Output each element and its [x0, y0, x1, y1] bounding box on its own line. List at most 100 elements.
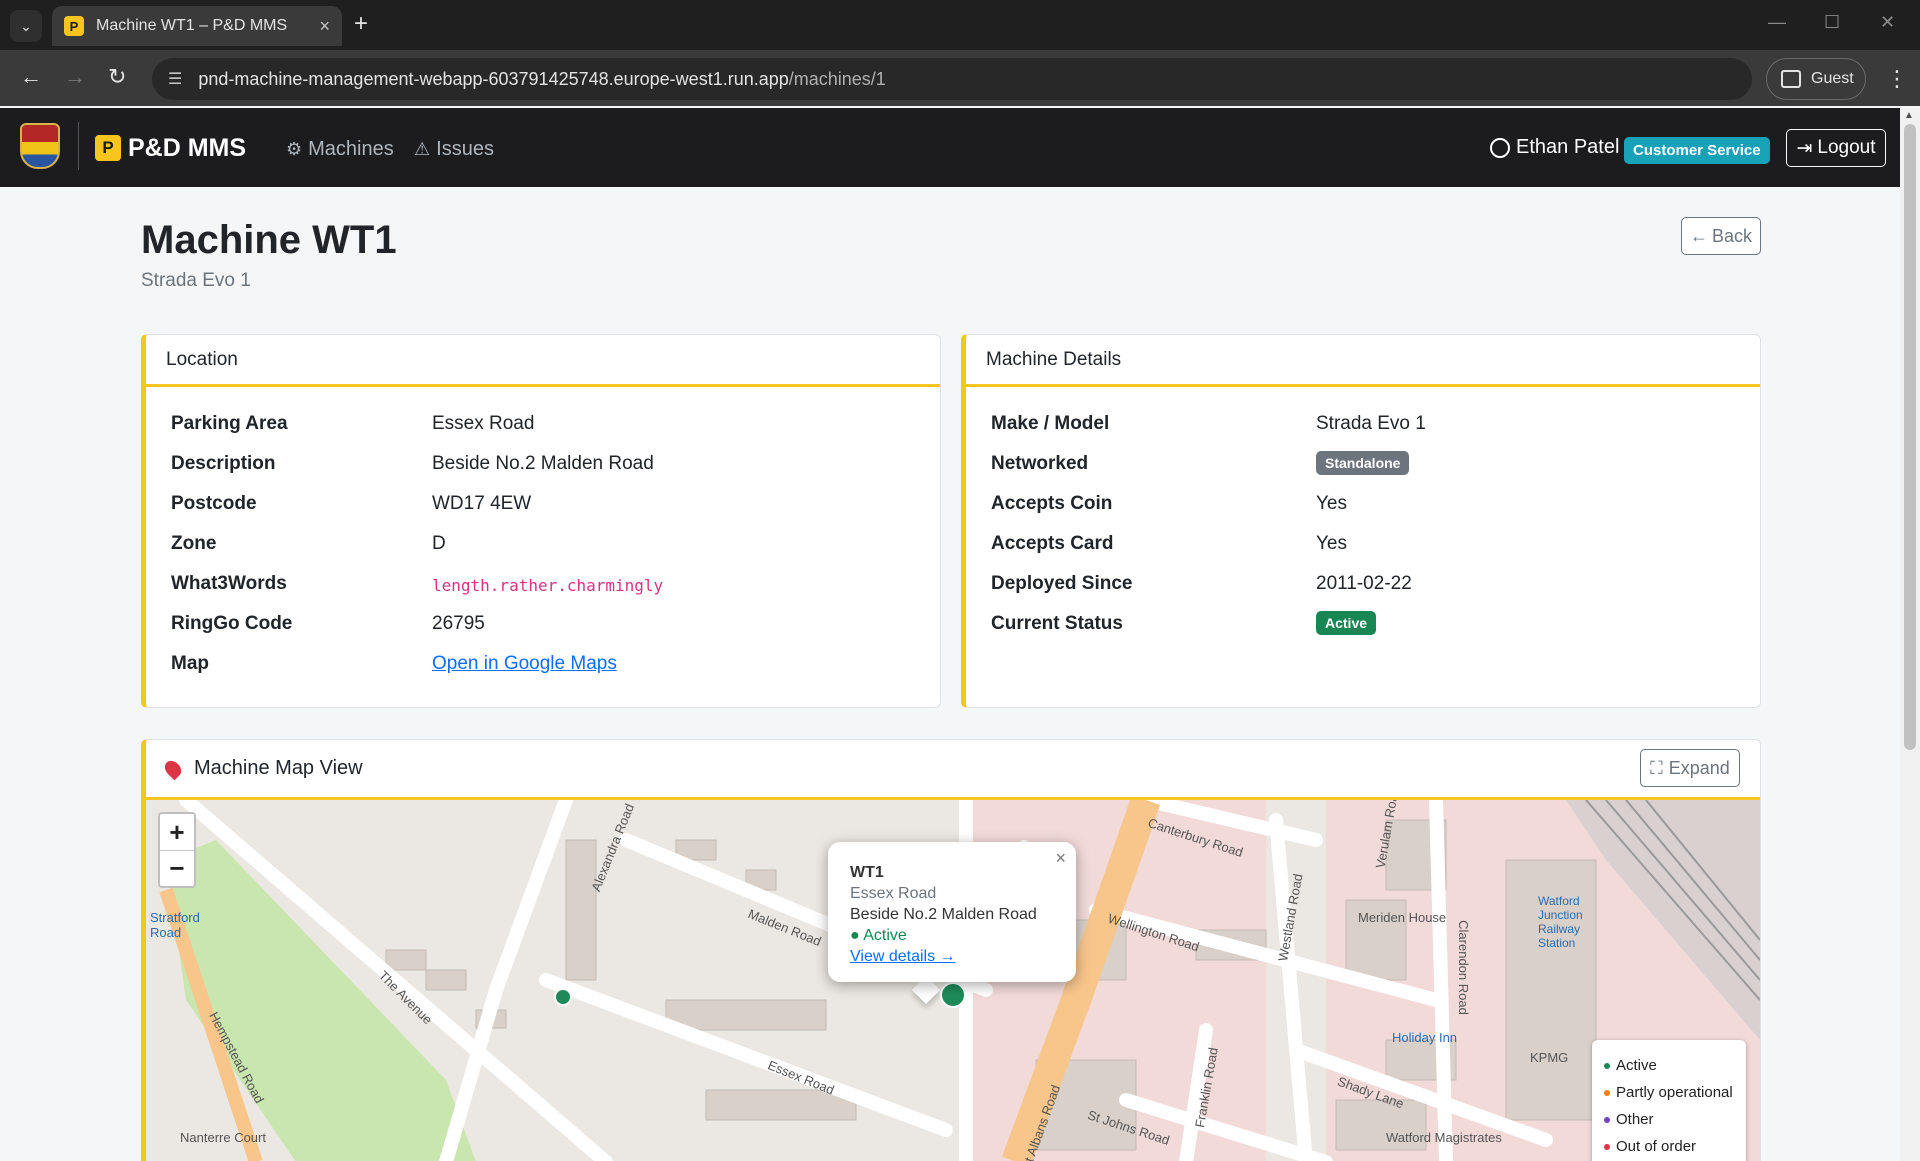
tab-close-icon[interactable]: × — [319, 16, 330, 37]
navbar-divider — [78, 122, 79, 170]
map-place-label: Watford Junction Railway Station — [1538, 894, 1583, 950]
scroll-up-arrow-icon[interactable]: ▲ — [1904, 110, 1914, 121]
url-path: /machines/1 — [788, 68, 886, 89]
machine-details-card: Machine Details Make / Model Strada Evo … — [961, 334, 1761, 708]
detail-label: Make / Model — [991, 413, 1110, 434]
legend-item: Active — [1604, 1052, 1734, 1079]
zoom-control: + − — [158, 812, 196, 888]
browser-tabstrip: ⌄ P Machine WT1 – P&D MMS × + — ☐ ✕ — [0, 0, 1920, 50]
legend-dot-other — [1604, 1117, 1610, 1124]
location-card: Location Parking Area Essex Road Descrip… — [141, 334, 941, 708]
nav-link-machines-label: Machines — [308, 138, 394, 160]
logout-icon: ⇥ — [1796, 137, 1813, 159]
accepts-card-value: Yes — [1316, 533, 1347, 554]
map-place-label: Holiday Inn — [1392, 1030, 1458, 1045]
popup-close-icon[interactable]: × — [1055, 848, 1066, 869]
detail-label: Postcode — [171, 493, 257, 514]
user-menu[interactable]: Ethan Patel — [1490, 136, 1619, 159]
location-card-header: Location — [146, 335, 940, 387]
legend-item: Out of order — [1604, 1133, 1734, 1160]
favicon-icon: P — [64, 16, 84, 36]
profile-label: Guest — [1811, 70, 1854, 87]
detail-label: Accepts Coin — [991, 493, 1113, 514]
detail-label: Zone — [171, 533, 217, 554]
expand-map-button[interactable]: ⛶ Expand — [1640, 749, 1740, 787]
browser-menu-icon[interactable]: ⋮ — [1886, 66, 1908, 92]
status-badge: Active — [1316, 611, 1377, 635]
page-title: Machine WT1 — [141, 218, 397, 262]
standalone-badge: Standalone — [1316, 451, 1410, 475]
what3words-value: length.rather.charmingly — [432, 576, 664, 595]
forward-arrow-icon[interactable]: → — [64, 64, 86, 90]
map-place-label: Meriden House — [1358, 910, 1447, 925]
detail-label: Parking Area — [171, 413, 288, 434]
legend-label: Out of order — [1616, 1138, 1697, 1155]
deployed-since-value: 2011-02-22 — [1316, 573, 1412, 594]
popup-view-details-link[interactable]: View details → — [850, 948, 956, 965]
legend-label: Other — [1616, 1111, 1654, 1128]
detail-label: Description — [171, 453, 276, 474]
expand-icon: ⛶ — [1650, 757, 1663, 778]
map-place-label: Stratford Road — [150, 910, 200, 940]
reload-icon[interactable]: ↻ — [108, 64, 126, 90]
new-tab-plus-icon[interactable]: + — [354, 12, 368, 36]
nav-link-issues-label: Issues — [436, 138, 494, 160]
nav-link-machines[interactable]: ⚙ Machines — [286, 138, 394, 161]
arrow-left-icon: ← — [1689, 225, 1708, 246]
nav-link-issues[interactable]: ⚠ Issues — [414, 138, 494, 161]
map-place-label: Watford Magistrates — [1386, 1130, 1502, 1145]
popup-title: WT1 — [850, 864, 884, 881]
map-card: Machine Map View ⛶ Expand Malden Road Es… — [141, 739, 1761, 1161]
profile-button[interactable]: Guest — [1766, 58, 1866, 100]
back-label: Back — [1711, 225, 1753, 246]
detail-label: Current Status — [991, 613, 1123, 634]
map-card-title: Machine Map View — [194, 757, 363, 779]
description-value: Beside No.2 Malden Road — [432, 453, 654, 474]
window-close-icon[interactable]: ✕ — [1880, 12, 1895, 33]
google-maps-link[interactable]: Open in Google Maps — [432, 653, 617, 675]
maximize-icon[interactable]: ☐ — [1824, 12, 1840, 33]
ringgo-code-value: 26795 — [432, 613, 485, 634]
minimize-icon[interactable]: — — [1768, 12, 1786, 33]
legend-dot-active — [1604, 1063, 1610, 1070]
popup-description: Beside No.2 Malden Road — [850, 906, 1037, 923]
site-info-icon[interactable]: ☰ — [168, 69, 182, 89]
tab-search-chevron-down-icon[interactable]: ⌄ — [10, 10, 42, 42]
map-card-header: Machine Map View — [146, 740, 1760, 800]
popup-area: Essex Road — [850, 885, 937, 902]
user-circle-icon — [1490, 137, 1510, 158]
legend-item: Other — [1604, 1106, 1734, 1133]
machine-marker[interactable] — [554, 988, 572, 1006]
address-bar[interactable]: ☰ pnd-machine-management-webapp-60379142… — [152, 58, 1752, 100]
user-name: Ethan Patel — [1516, 136, 1620, 158]
map-pin-icon — [161, 757, 185, 780]
page-subtitle: Strada Evo 1 — [141, 270, 251, 291]
machine-marker-selected[interactable] — [940, 982, 966, 1008]
networked-value: Standalone — [1316, 451, 1410, 475]
detail-label: What3Words — [171, 573, 287, 594]
url-host: pnd-machine-management-webapp-6037914257… — [198, 68, 789, 89]
popup-status: ● Active — [850, 927, 907, 944]
brand-name[interactable]: P&D MMS — [128, 134, 246, 163]
scrollbar-thumb[interactable] — [1904, 124, 1916, 750]
legend-label: Active — [1616, 1057, 1657, 1074]
accepts-coin-value: Yes — [1316, 493, 1347, 514]
expand-label: Expand — [1668, 757, 1730, 778]
map-viewport[interactable]: Malden Road Essex Road The Avenue Hempst… — [146, 800, 1760, 1161]
browser-tab-active[interactable]: P Machine WT1 – P&D MMS × — [52, 6, 342, 46]
logout-button[interactable]: ⇥ Logout — [1786, 129, 1886, 167]
postcode-value: WD17 4EW — [432, 493, 532, 514]
back-button[interactable]: ← Back — [1681, 217, 1761, 255]
detail-label: Deployed Since — [991, 573, 1133, 594]
zoom-in-button[interactable]: + — [160, 814, 194, 850]
council-crest-logo — [20, 123, 60, 169]
cpu-icon: ⚙ — [286, 139, 303, 159]
zoom-out-button[interactable]: − — [160, 850, 194, 886]
back-arrow-icon[interactable]: ← — [20, 64, 42, 90]
profile-icon — [1781, 70, 1801, 88]
detail-label: Networked — [991, 453, 1089, 474]
role-badge: Customer Service — [1624, 137, 1770, 164]
logout-label: Logout — [1817, 137, 1876, 158]
make-model-value: Strada Evo 1 — [1316, 413, 1426, 434]
brand-logo-icon[interactable]: P — [95, 135, 121, 161]
